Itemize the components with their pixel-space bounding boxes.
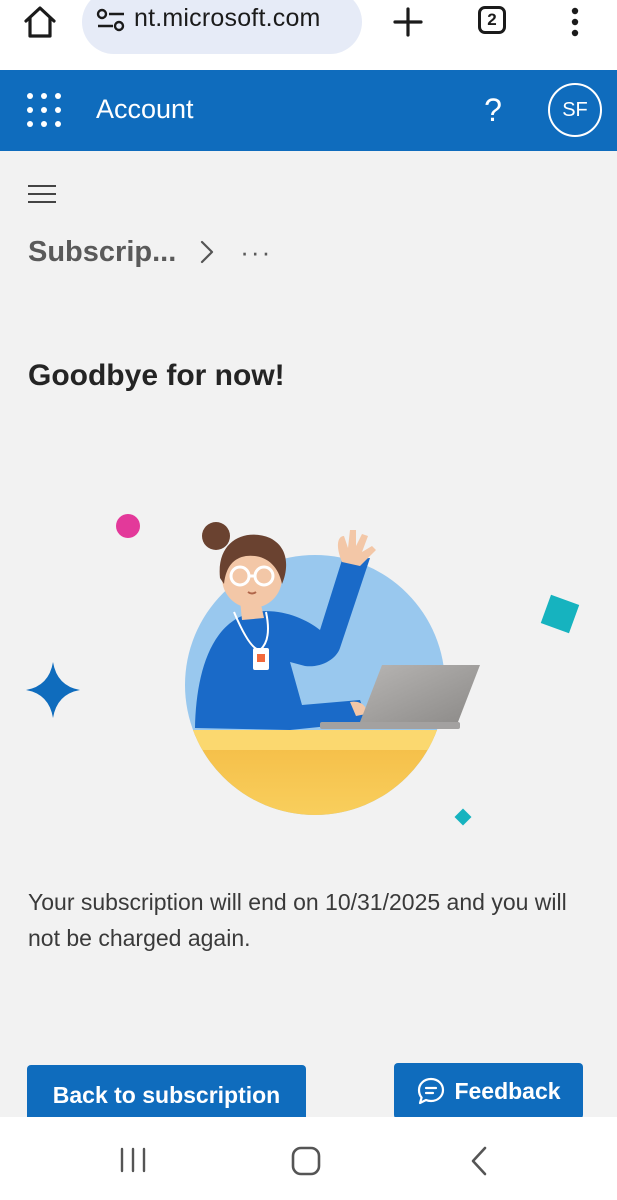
- home-icon[interactable]: [22, 4, 58, 40]
- account-header: Account ? SF: [0, 70, 617, 151]
- app-title: Account: [96, 94, 194, 124]
- page-title: Goodbye for now!: [28, 359, 285, 392]
- app-launcher-icon[interactable]: [25, 91, 63, 129]
- system-back-icon[interactable]: [468, 1145, 490, 1177]
- goodbye-illustration: [26, 514, 580, 826]
- breadcrumb-overflow-button[interactable]: ···: [240, 239, 272, 265]
- hamburger-menu-icon[interactable]: [27, 182, 57, 206]
- sparkle-decoration: [26, 662, 80, 718]
- feedback-label: Feedback: [454, 1077, 561, 1104]
- tab-switcher-button[interactable]: 2: [478, 6, 506, 34]
- back-to-subscription-button[interactable]: Back to subscription: [27, 1065, 306, 1125]
- system-navigation-bar: [0, 1117, 617, 1200]
- avatar[interactable]: SF: [548, 83, 602, 137]
- system-home-icon[interactable]: [290, 1145, 322, 1177]
- breadcrumb: Subscrip... ···: [28, 232, 272, 272]
- feedback-button[interactable]: Feedback: [394, 1063, 583, 1119]
- subscription-end-message: Your subscription will end on 10/31/2025…: [28, 889, 567, 951]
- site-settings-icon[interactable]: [96, 8, 126, 32]
- teal-diamond-decoration: [454, 808, 472, 826]
- browser-toolbar: nt.microsoft.com 2: [0, 0, 617, 71]
- recent-apps-icon[interactable]: [118, 1147, 148, 1173]
- breadcrumb-subscriptions[interactable]: Subscrip...: [28, 236, 176, 269]
- feedback-icon: [418, 1077, 445, 1105]
- pink-dot-decoration: [116, 514, 140, 538]
- help-icon[interactable]: ?: [478, 92, 508, 128]
- plus-icon[interactable]: [390, 4, 426, 40]
- address-bar[interactable]: nt.microsoft.com: [82, 0, 362, 54]
- more-vertical-icon[interactable]: [560, 4, 590, 40]
- teal-square-decoration: [540, 594, 580, 634]
- chevron-right-icon: [201, 240, 214, 264]
- url-text: nt.microsoft.com: [134, 4, 321, 32]
